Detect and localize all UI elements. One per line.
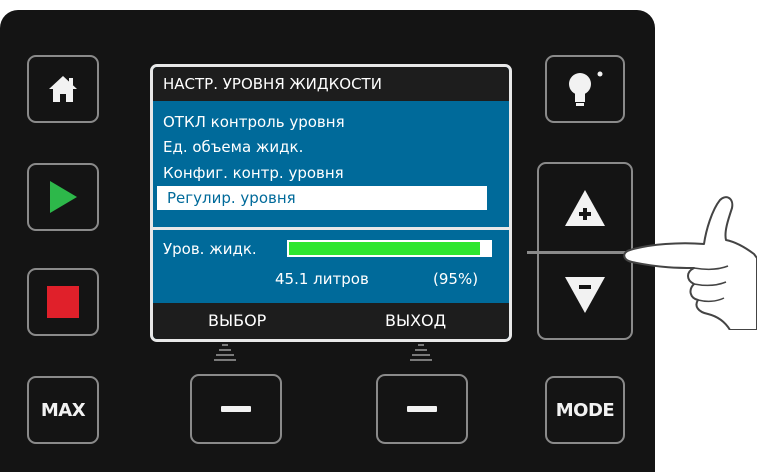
softkey-left-button[interactable] bbox=[190, 374, 282, 444]
play-icon bbox=[50, 181, 77, 213]
level-label: Уров. жидк. bbox=[163, 240, 257, 258]
softkey-right-hint-icon bbox=[410, 344, 432, 366]
menu-item-level-control-off[interactable]: ОТКЛ контроль уровня bbox=[153, 110, 509, 134]
stop-button[interactable] bbox=[27, 268, 99, 336]
level-percent: (95%) bbox=[433, 270, 479, 288]
softkey-right-button[interactable] bbox=[376, 374, 468, 444]
screen-divider bbox=[153, 227, 509, 230]
softkey-dash-icon bbox=[221, 406, 251, 412]
stop-icon bbox=[47, 286, 79, 318]
increase-button[interactable] bbox=[539, 164, 631, 251]
max-label: MAX bbox=[40, 399, 86, 421]
menu-item-volume-units[interactable]: Ед. объема жидк. bbox=[153, 135, 509, 159]
home-button[interactable] bbox=[27, 55, 99, 123]
max-button[interactable]: MAX bbox=[27, 376, 99, 444]
level-volume: 45.1 литров bbox=[275, 270, 369, 288]
display-screen: НАСТР. УРОВНЯ ЖИДКОСТИ ОТКЛ контроль уро… bbox=[150, 64, 512, 342]
level-bar bbox=[287, 240, 492, 257]
light-button[interactable] bbox=[545, 55, 625, 123]
home-icon bbox=[49, 76, 77, 102]
pointing-hand-icon bbox=[623, 196, 757, 330]
decrease-button[interactable] bbox=[539, 251, 631, 338]
softkey-left-label: ВЫБОР bbox=[208, 311, 267, 330]
menu-item-level-config[interactable]: Конфиг. контр. уровня bbox=[153, 161, 509, 185]
softkey-left-hint-icon bbox=[214, 344, 236, 366]
mode-button[interactable]: MODE bbox=[545, 376, 625, 444]
mode-label: MODE bbox=[555, 399, 615, 421]
plus-up-icon bbox=[565, 189, 605, 226]
minus-down-icon bbox=[565, 276, 605, 313]
softkey-labels-bar: ВЫБОР ВЫХОД bbox=[153, 303, 509, 339]
softkey-right-label: ВЫХОД bbox=[385, 311, 447, 330]
screen-title: НАСТР. УРОВНЯ ЖИДКОСТИ bbox=[153, 67, 509, 101]
start-button[interactable] bbox=[27, 163, 99, 231]
level-bar-fill bbox=[289, 242, 480, 255]
menu-item-level-adjust[interactable]: Регулир. уровня bbox=[157, 186, 487, 210]
softkey-dash-icon bbox=[407, 406, 437, 412]
bulb-icon bbox=[569, 71, 603, 106]
level-adjust-rocker bbox=[527, 162, 643, 340]
